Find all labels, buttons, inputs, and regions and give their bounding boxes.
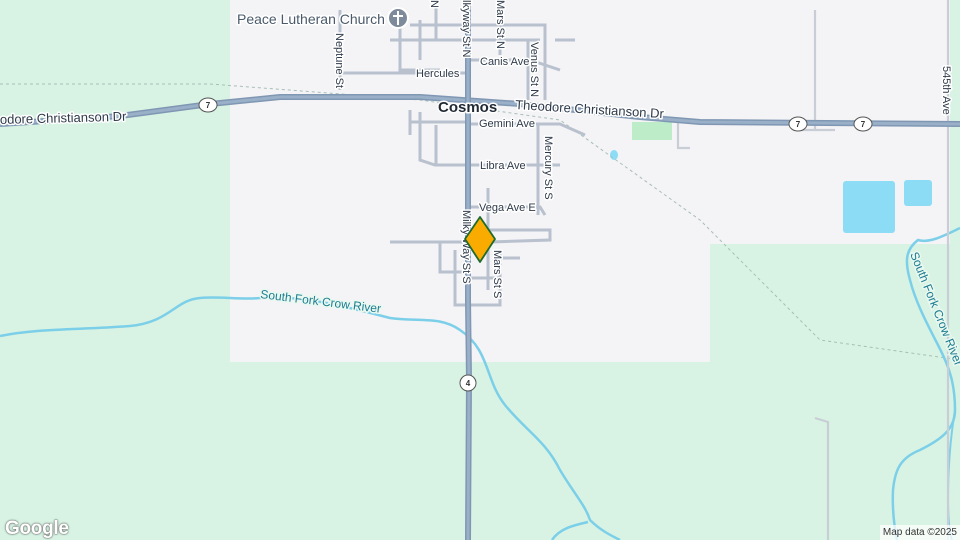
- label-mars-st-n: Mars St N: [494, 0, 506, 49]
- route-shield-east-b-label: 7: [861, 120, 866, 129]
- pond-large: [843, 181, 895, 233]
- label-venus-st-n: Venus St N: [528, 42, 540, 97]
- route-shield-east-a: 7: [788, 116, 808, 132]
- label-libra-ave: Libra Ave: [480, 160, 526, 172]
- map-attribution[interactable]: Map data ©2025: [879, 525, 960, 540]
- church-poi[interactable]: Peace Lutheran Church: [236, 7, 409, 29]
- town-label: Cosmos: [438, 99, 497, 116]
- park-area: [632, 122, 672, 140]
- label-gemini-ave: Gemini Ave: [479, 118, 535, 130]
- route-shield-east-a-label: 7: [796, 120, 801, 129]
- label-mercury-st-s: Mercury St S: [542, 136, 554, 200]
- church-label: Peace Lutheran Church: [237, 11, 385, 27]
- label-canis-ave: Canis Ave: [480, 56, 529, 68]
- label-vega-ave-e: Vega Ave E: [479, 202, 536, 214]
- label-neptune-st: Neptune St: [333, 33, 345, 88]
- google-logo[interactable]: Google: [5, 518, 69, 540]
- label-545th-ave: 545th Ave: [940, 66, 952, 115]
- label-hercules: Hercules: [416, 68, 460, 80]
- route-shield-south: 4: [459, 374, 477, 392]
- route-shield-south-label: 4: [466, 379, 471, 388]
- route-shield-east-b: 7: [853, 116, 873, 132]
- label-milky-way-n: lkyway St N: [460, 0, 472, 58]
- map-canvas[interactable]: 7 7 7 4 Peace Lutheran Church Cosmos odo…: [0, 0, 960, 540]
- route-shield-west-label: 7: [206, 101, 211, 110]
- pond-tiny: [610, 150, 618, 160]
- label-n-fragment: N: [428, 0, 440, 8]
- pond-small: [904, 180, 932, 206]
- route-shield-west: 7: [198, 97, 218, 113]
- label-mars-st-s: Mars St S: [491, 250, 503, 298]
